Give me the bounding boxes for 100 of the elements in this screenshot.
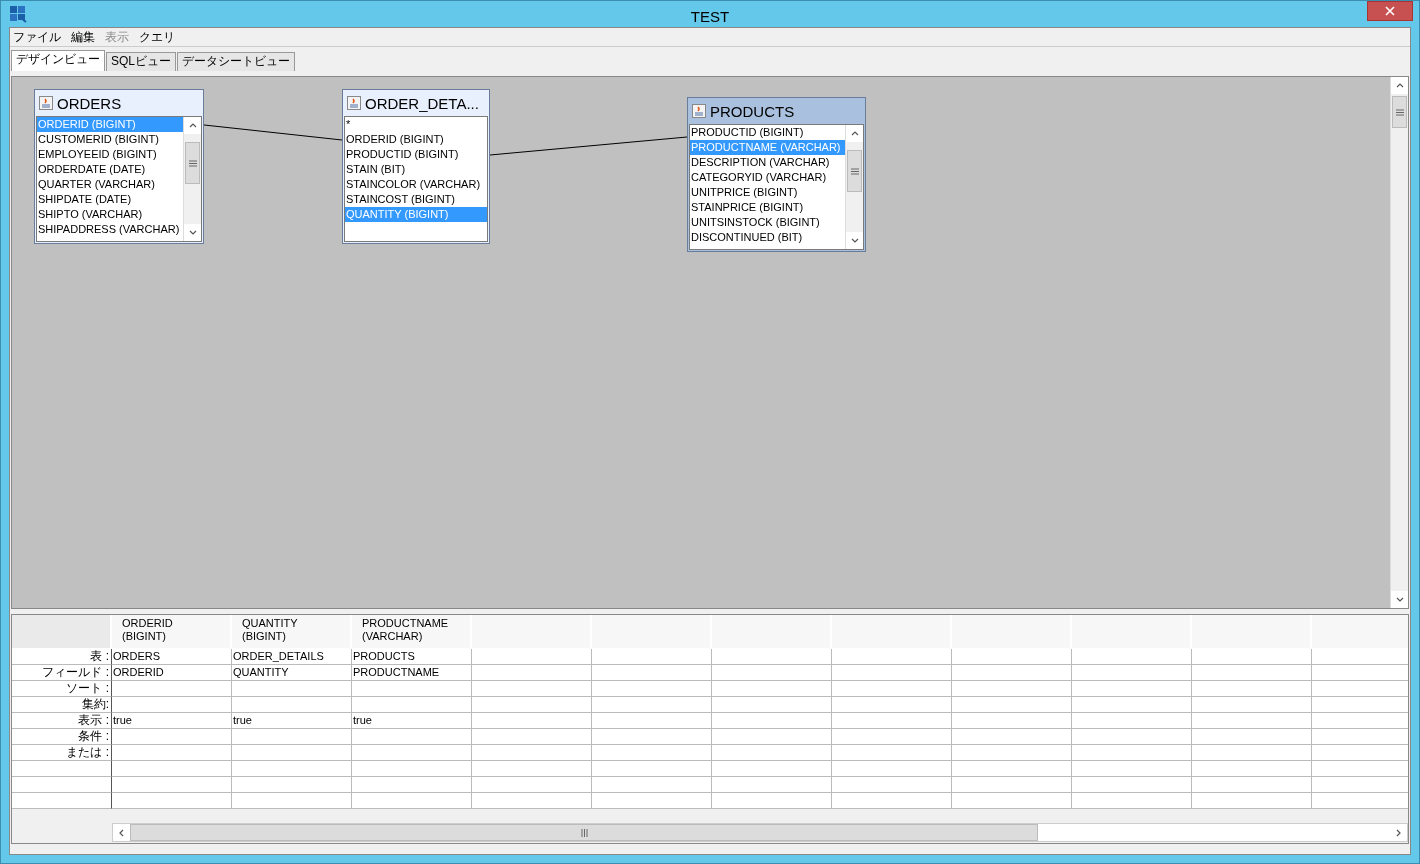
column-header[interactable]	[832, 615, 952, 649]
grid-cell[interactable]	[712, 745, 832, 761]
grid-cell[interactable]	[472, 777, 592, 793]
field-item[interactable]: DISCONTINUED (BIT)	[690, 230, 845, 245]
field-item[interactable]: SHIPDATE (DATE)	[37, 192, 183, 207]
grid-cell[interactable]	[352, 729, 472, 745]
grid-cell[interactable]	[832, 793, 952, 809]
column-header[interactable]	[592, 615, 712, 649]
grid-cell[interactable]	[1192, 665, 1312, 681]
grid-cell[interactable]	[1072, 745, 1192, 761]
tab[interactable]: デザインビュー	[11, 50, 105, 71]
tab[interactable]: SQLビュー	[106, 52, 176, 71]
grid-cell[interactable]	[592, 761, 712, 777]
scrollbar[interactable]	[183, 117, 201, 241]
grid-cell[interactable]	[112, 681, 232, 697]
field-item[interactable]: STAINCOST (BIGINT)	[345, 192, 487, 207]
grid-cell[interactable]	[712, 761, 832, 777]
field-item[interactable]: STAINPRICE (BIGINT)	[690, 200, 845, 215]
grid-cell[interactable]	[1192, 713, 1312, 729]
grid-cell[interactable]	[232, 761, 352, 777]
grid-cell[interactable]	[352, 697, 472, 713]
grid-cell[interactable]	[712, 793, 832, 809]
grid-cell[interactable]	[832, 697, 952, 713]
grid-cell[interactable]	[1072, 665, 1192, 681]
grid-cell[interactable]	[592, 713, 712, 729]
grid-cell[interactable]: PRODUCTS	[352, 649, 472, 665]
field-item[interactable]: UNITSINSTOCK (BIGINT)	[690, 215, 845, 230]
grid-cell[interactable]	[352, 761, 472, 777]
column-header[interactable]: PRODUCTNAME (VARCHAR)	[352, 615, 472, 649]
grid-cell[interactable]	[952, 793, 1072, 809]
menu-item[interactable]: 編集	[70, 28, 96, 46]
column-header[interactable]	[1192, 615, 1312, 649]
grid-cell[interactable]	[712, 713, 832, 729]
grid-cell[interactable]	[112, 761, 232, 777]
grid-cell[interactable]	[832, 745, 952, 761]
grid-cell[interactable]	[952, 665, 1072, 681]
grid-cell[interactable]: true	[232, 713, 352, 729]
grid-cell[interactable]	[952, 777, 1072, 793]
grid-cell[interactable]	[352, 777, 472, 793]
column-header[interactable]: QUANTITY (BIGINT)	[232, 615, 352, 649]
grid-cell[interactable]	[952, 681, 1072, 697]
grid-cell[interactable]	[592, 793, 712, 809]
grid-cell[interactable]	[832, 713, 952, 729]
column-header[interactable]	[1072, 615, 1192, 649]
grid-cell[interactable]	[1072, 649, 1192, 665]
scrollbar[interactable]	[1390, 77, 1408, 608]
grid-cell[interactable]	[952, 729, 1072, 745]
grid-cell[interactable]	[952, 697, 1072, 713]
field-item[interactable]: UNITPRICE (BIGINT)	[690, 185, 845, 200]
grid-cell[interactable]	[472, 761, 592, 777]
grid-cell[interactable]	[712, 777, 832, 793]
grid-cell[interactable]	[112, 777, 232, 793]
grid-cell[interactable]	[1192, 793, 1312, 809]
grid-cell[interactable]	[232, 793, 352, 809]
grid-cell[interactable]	[1072, 729, 1192, 745]
grid-cell[interactable]	[712, 697, 832, 713]
grid-cell[interactable]: true	[112, 713, 232, 729]
grid-cell[interactable]	[952, 713, 1072, 729]
table-window[interactable]: ORDERS ORDERID (BIGINT) CUSTOMERID (BIGINT) EMPLOYEEID (BIGINT) ORDERDATE (DATE) QUARTER (VARCHAR) SHIPDATE (DATE) SHIPTO (VARCHAR) SHIPADDRESS (VARCHAR)	[34, 89, 204, 244]
grid-cell[interactable]	[472, 665, 592, 681]
field-item[interactable]: ORDERID (BIGINT)	[345, 132, 487, 147]
grid-cell[interactable]	[112, 697, 232, 713]
grid-cell[interactable]	[1192, 777, 1312, 793]
grid-cell[interactable]	[952, 761, 1072, 777]
grid-cell[interactable]	[112, 745, 232, 761]
grid-cell[interactable]	[592, 649, 712, 665]
grid-cell[interactable]	[352, 681, 472, 697]
grid-cell[interactable]	[712, 729, 832, 745]
grid-cell[interactable]	[1072, 713, 1192, 729]
column-header[interactable]	[472, 615, 592, 649]
grid-cell[interactable]	[352, 793, 472, 809]
table-window[interactable]: PRODUCTS PRODUCTID (BIGINT) PRODUCTNAME (VARCHAR) DESCRIPTION (VARCHAR) CATEGORYID (VARCHAR) UNITPRICE (BIGINT) STAINPRICE (BIGINT) UNITSINSTOCK (BIGINT) DISCONTINUED (BIT)	[687, 97, 866, 252]
grid-cell[interactable]	[592, 777, 712, 793]
column-header[interactable]: ORDERID (BIGINT)	[112, 615, 232, 649]
grid-cell[interactable]	[592, 697, 712, 713]
grid-cell[interactable]	[472, 745, 592, 761]
grid-cell[interactable]	[1192, 681, 1312, 697]
grid-cell[interactable]	[592, 681, 712, 697]
table-window[interactable]: ORDER_DETA... * ORDERID (BIGINT) PRODUCTID (BIGINT) STAIN (BIT) STAINCOLOR (VARCHAR) STAINCOST (BIGINT) QUANTITY (BIGINT)	[342, 89, 490, 244]
grid-cell[interactable]	[232, 697, 352, 713]
grid-cell[interactable]	[1072, 777, 1192, 793]
tab[interactable]: データシートビュー	[177, 52, 295, 71]
field-item[interactable]: CATEGORYID (VARCHAR)	[690, 170, 845, 185]
grid-cell[interactable]	[1072, 681, 1192, 697]
grid-cell[interactable]	[112, 793, 232, 809]
field-item[interactable]: PRODUCTID (BIGINT)	[690, 125, 845, 140]
grid-cell[interactable]	[112, 729, 232, 745]
grid-cell[interactable]	[1072, 761, 1192, 777]
grid-cell[interactable]	[232, 777, 352, 793]
menu-item[interactable]: クエリ	[138, 28, 176, 46]
grid-cell[interactable]	[472, 681, 592, 697]
field-item[interactable]: QUARTER (VARCHAR)	[37, 177, 183, 192]
grid-cell[interactable]	[232, 729, 352, 745]
grid-cell[interactable]	[1072, 697, 1192, 713]
grid-cell[interactable]: ORDERID	[112, 665, 232, 681]
grid-cell[interactable]: PRODUCTNAME	[352, 665, 472, 681]
close-button[interactable]	[1367, 1, 1413, 21]
grid-cell[interactable]	[712, 665, 832, 681]
grid-cell[interactable]: ORDERS	[112, 649, 232, 665]
grid-cell[interactable]	[952, 745, 1072, 761]
